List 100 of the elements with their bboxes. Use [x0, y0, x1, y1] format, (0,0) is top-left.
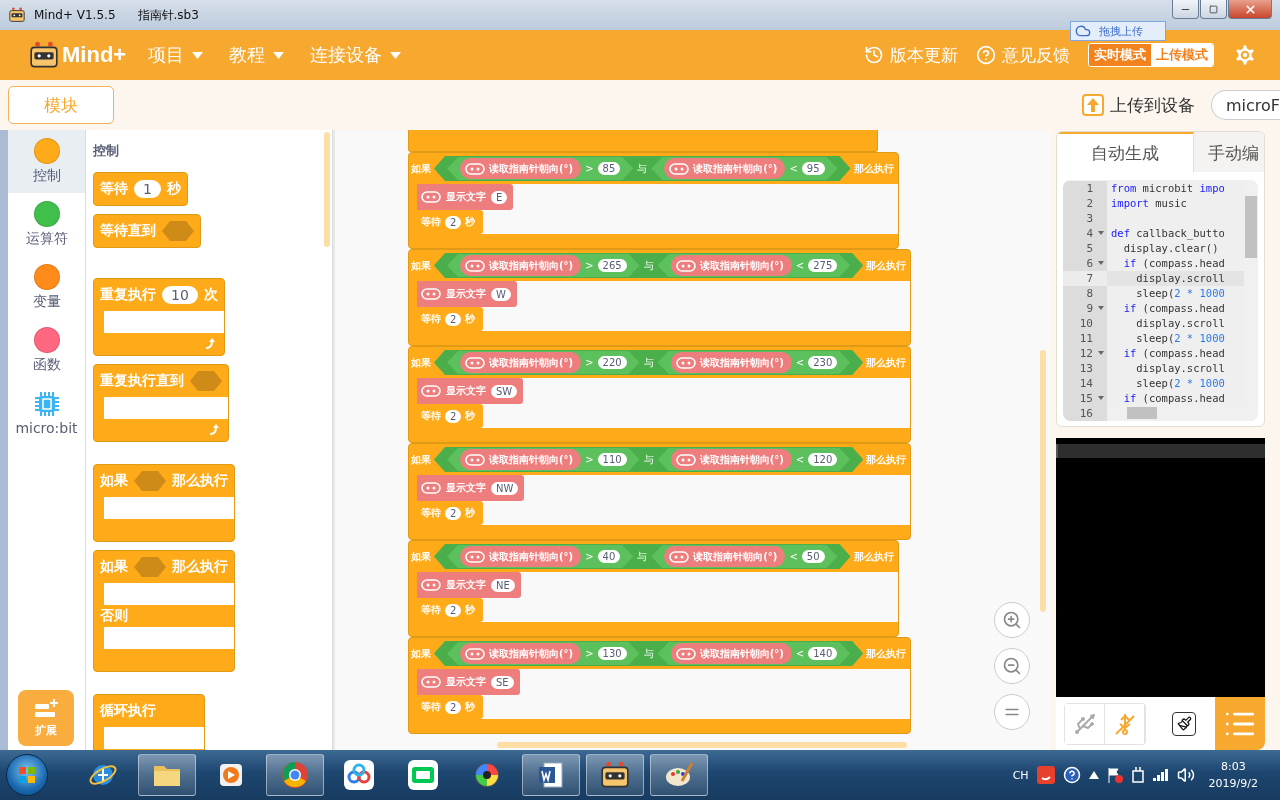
number-input[interactable]: 2	[445, 409, 462, 423]
code-editor[interactable]	[1063, 180, 1258, 421]
category-item[interactable]: 函数	[8, 319, 85, 382]
number-input[interactable]: 275	[808, 259, 838, 272]
number-input[interactable]: 2	[445, 506, 462, 520]
number-input[interactable]: 50	[801, 550, 825, 563]
show-text-block[interactable]: 显示文字 SE	[417, 669, 520, 695]
if-block[interactable]: 如果 读取指南针朝向(°) > 40 与 读取指南针朝向(°) < 50 那么执行 显示文字 NE 等待 2 秒	[408, 540, 899, 637]
taskbar-app[interactable]	[138, 754, 196, 796]
clock-date[interactable]: 2019/9/2	[1208, 777, 1258, 790]
number-input[interactable]: 2	[445, 700, 462, 714]
and-block[interactable]: 读取指南针朝向(°) > 130 与 读取指南针朝向(°) < 140	[434, 641, 864, 666]
number-input[interactable]: 10	[162, 286, 198, 304]
text-input[interactable]: NE	[491, 578, 515, 592]
text-input[interactable]: E	[491, 190, 508, 204]
comparison-block[interactable]: 读取指南针朝向(°) > 110	[447, 448, 640, 471]
fold-icon[interactable]	[1098, 231, 1104, 235]
input-method-icon[interactable]	[1036, 766, 1055, 784]
comparison-block[interactable]: 读取指南针朝向(°) > 265	[447, 254, 640, 277]
taskbar-app[interactable]	[650, 754, 708, 796]
if-block[interactable]: 如果 读取指南针朝向(°) > 85 与 读取指南针朝向(°) < 95 那么执行 显示文字 E 等待 2 秒	[408, 152, 899, 249]
scrollbar[interactable]	[324, 132, 330, 247]
upload-button[interactable]: 上传到设备	[1081, 93, 1195, 117]
wait-block[interactable]: 等待 2 秒	[417, 598, 484, 622]
comparison-block[interactable]: 读取指南针朝向(°) > 220	[447, 351, 640, 374]
code-tab[interactable]: 自动生成	[1057, 132, 1194, 172]
flag-icon[interactable]	[1106, 767, 1123, 783]
code-tab[interactable]: 手动编	[1194, 132, 1264, 172]
drag-upload-tooltip[interactable]: 拖拽上传	[1070, 21, 1166, 41]
and-block[interactable]: 读取指南针朝向(°) > 265 与 读取指南针朝向(°) < 275	[434, 253, 864, 278]
device-selector[interactable]: microF	[1210, 90, 1280, 120]
category-item[interactable]: 控制	[8, 130, 85, 193]
show-text-block[interactable]: 显示文字 NE	[417, 572, 521, 598]
scrollbar[interactable]	[1040, 350, 1046, 612]
text-input[interactable]: SE	[491, 675, 514, 689]
and-block[interactable]: 读取指南针朝向(°) > 85 与 读取指南针朝向(°) < 95	[434, 156, 851, 181]
comparison-block[interactable]: 读取指南针朝向(°) > 85	[447, 157, 634, 180]
power-icon[interactable]	[1130, 767, 1145, 783]
fold-icon[interactable]	[1098, 306, 1104, 310]
text-input[interactable]: W	[491, 287, 511, 301]
comparison-block[interactable]: 读取指南针朝向(°) > 40	[447, 545, 634, 568]
and-block[interactable]: 读取指南针朝向(°) > 220 与 读取指南针朝向(°) < 230	[434, 350, 864, 375]
help-icon[interactable]	[1062, 766, 1081, 784]
taskbar-app[interactable]	[586, 754, 644, 796]
number-input[interactable]: 120	[808, 453, 838, 466]
number-input[interactable]: 95	[801, 162, 825, 175]
show-text-block[interactable]: 显示文字 W	[417, 281, 517, 307]
text-input[interactable]: SW	[491, 384, 518, 398]
show-text-block[interactable]: 显示文字 E	[417, 184, 514, 210]
if-block[interactable]: 如果 读取指南针朝向(°) > 220 与 读取指南针朝向(°) < 230 那么执行 显示文字 SW 等待 2 秒	[408, 346, 912, 443]
wait-block[interactable]: 等待 2 秒	[417, 501, 484, 525]
text-input[interactable]: NW	[491, 481, 519, 495]
wait-block[interactable]: 等待 2 秒	[417, 307, 484, 331]
wait-block[interactable]: 等待 2 秒	[417, 404, 484, 428]
minimize-button[interactable]	[1172, 0, 1199, 19]
and-block[interactable]: 读取指南针朝向(°) > 40 与 读取指南针朝向(°) < 50	[434, 544, 851, 569]
show-text-block[interactable]: 显示文字 NW	[417, 475, 525, 501]
scrollbar[interactable]	[497, 742, 907, 748]
show-text-block[interactable]: 显示文字 SW	[417, 378, 524, 404]
zoom-in-button[interactable]	[994, 602, 1030, 638]
fold-icon[interactable]	[1098, 261, 1104, 265]
number-input[interactable]: 230	[808, 356, 838, 369]
and-block[interactable]: 读取指南针朝向(°) > 110 与 读取指南针朝向(°) < 120	[434, 447, 864, 472]
fold-icon[interactable]	[1098, 396, 1104, 400]
category-item[interactable]: 变量	[8, 256, 85, 319]
wait-block[interactable]: 等待 2 秒	[417, 210, 484, 234]
language-indicator[interactable]: CH	[1012, 768, 1029, 782]
fold-icon[interactable]	[1098, 351, 1104, 355]
number-input[interactable]: 40	[597, 550, 621, 563]
if-block[interactable]: 如果 读取指南针朝向(°) > 130 与 读取指南针朝向(°) < 140 那么执行 显示文字 SE 等待 2 秒	[408, 637, 912, 734]
clock-time[interactable]: 8:03	[1220, 760, 1246, 773]
category-item[interactable]: micro:bit	[8, 382, 85, 445]
comparison-block[interactable]: 读取指南针朝向(°) < 230	[657, 351, 851, 374]
close-button[interactable]	[1228, 0, 1272, 19]
number-input[interactable]: 110	[597, 453, 627, 466]
number-input[interactable]: 85	[597, 162, 621, 175]
number-input[interactable]: 265	[597, 259, 627, 272]
comparison-block[interactable]: 读取指南针朝向(°) < 50	[651, 545, 838, 568]
up-arrow-icon[interactable]	[1088, 771, 1099, 779]
taskbar-app[interactable]	[522, 754, 580, 796]
if-block[interactable]: 如果 读取指南针朝向(°) > 265 与 读取指南针朝向(°) < 275 那么执行 显示文字 W 等待 2 秒	[408, 249, 912, 346]
number-input[interactable]: 2	[445, 215, 462, 229]
command-block[interactable]: 等待 1 秒	[93, 172, 188, 206]
comparison-block[interactable]: 读取指南针朝向(°) < 95	[651, 157, 838, 180]
comparison-block[interactable]: 读取指南针朝向(°) < 275	[657, 254, 851, 277]
usb-button[interactable]	[1065, 703, 1105, 744]
wait-block[interactable]: 等待 2 秒	[417, 695, 484, 719]
number-input[interactable]: 130	[597, 647, 627, 660]
number-input[interactable]: 2	[445, 312, 462, 326]
comparison-block[interactable]: 读取指南针朝向(°) > 130	[447, 642, 640, 665]
loop-block[interactable]: 重复执行 10 次	[93, 278, 225, 356]
number-input[interactable]: 1	[134, 180, 161, 198]
comparison-block[interactable]: 读取指南针朝向(°) < 140	[657, 642, 851, 665]
taskbar-app[interactable]	[266, 754, 324, 796]
number-input[interactable]: 2	[445, 603, 462, 617]
zoom-out-button[interactable]	[994, 648, 1030, 684]
maximize-button[interactable]	[1200, 0, 1227, 19]
number-input[interactable]: 220	[597, 356, 627, 369]
signal-icon[interactable]	[1152, 769, 1169, 781]
volume-icon[interactable]	[1176, 766, 1195, 784]
